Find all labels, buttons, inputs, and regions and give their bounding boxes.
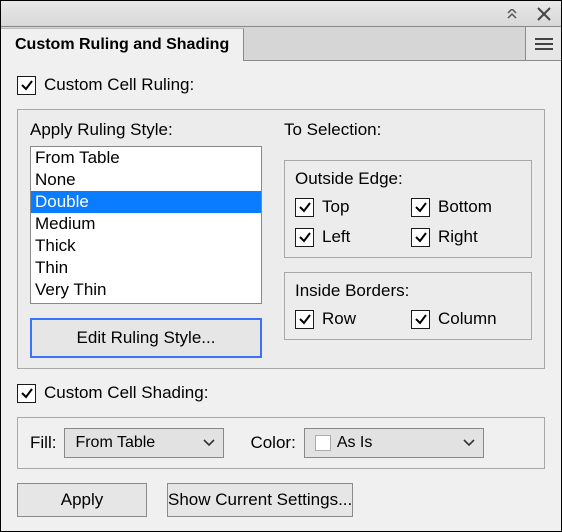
list-item[interactable]: Medium	[31, 213, 261, 235]
list-item[interactable]: From Table	[31, 147, 261, 169]
color-label: Color:	[250, 433, 295, 453]
inside-borders-group: Inside Borders: Row Column	[284, 272, 532, 340]
apply-ruling-label: Apply Ruling Style:	[30, 120, 262, 140]
edge-left-label: Left	[322, 227, 350, 247]
check-icon	[298, 230, 312, 244]
edge-top-label: Top	[322, 197, 349, 217]
custom-ruling-checkbox[interactable]	[17, 76, 36, 95]
check-icon	[414, 230, 428, 244]
check-icon	[298, 312, 312, 326]
panel-menu-button[interactable]	[525, 27, 561, 60]
list-item[interactable]: Thick	[31, 235, 261, 257]
tab-spacer	[244, 27, 525, 60]
inside-row-checkbox[interactable]	[295, 310, 314, 329]
edge-left-checkbox[interactable]	[295, 228, 314, 247]
custom-shading-checkbox[interactable]	[17, 384, 36, 403]
edge-right-checkbox[interactable]	[411, 228, 430, 247]
edge-right-row: Right	[411, 227, 521, 247]
tab-label: Custom Ruling and Shading	[15, 36, 229, 54]
menu-icon	[535, 38, 553, 50]
ruling-right-col: To Selection: Outside Edge: Top Bottom	[284, 120, 532, 358]
ruling-box: Apply Ruling Style: From TableNoneDouble…	[17, 109, 545, 369]
fill-value: From Table	[75, 434, 155, 452]
ruling-style-list[interactable]: From TableNoneDoubleMediumThickThinVery …	[30, 146, 262, 304]
color-value: As Is	[337, 434, 373, 452]
edge-bottom-label: Bottom	[438, 197, 492, 217]
inside-column-checkbox[interactable]	[411, 310, 430, 329]
fill-combo[interactable]: From Table	[64, 428, 224, 458]
collapse-icon[interactable]	[507, 9, 523, 19]
list-item[interactable]: Double	[31, 191, 261, 213]
edit-ruling-style-button[interactable]: Edit Ruling Style...	[30, 318, 262, 358]
list-item[interactable]: Thin	[31, 257, 261, 279]
fill-label: Fill:	[30, 433, 56, 453]
apply-label: Apply	[61, 490, 104, 509]
edge-top-row: Top	[295, 197, 405, 217]
check-icon	[414, 312, 428, 326]
ruling-left-col: Apply Ruling Style: From TableNoneDouble…	[30, 120, 262, 358]
chevron-down-icon	[463, 439, 475, 447]
show-current-settings-button[interactable]: Show Current Settings...	[167, 483, 353, 517]
color-combo[interactable]: As Is	[304, 428, 484, 458]
inside-column-row: Column	[411, 309, 521, 329]
custom-shading-checkbox-row: Custom Cell Shading:	[17, 379, 545, 407]
color-swatch	[315, 435, 331, 451]
inside-column-label: Column	[438, 309, 497, 329]
custom-ruling-label: Custom Cell Ruling:	[44, 75, 194, 95]
inside-row-row: Row	[295, 309, 405, 329]
edge-bottom-row: Bottom	[411, 197, 521, 217]
chevron-down-icon	[203, 439, 215, 447]
to-selection-label: To Selection:	[284, 120, 532, 140]
check-icon	[20, 78, 34, 92]
close-icon[interactable]	[537, 7, 551, 21]
apply-button[interactable]: Apply	[17, 483, 147, 517]
show-current-settings-label: Show Current Settings...	[168, 490, 352, 509]
bottom-button-row: Apply Show Current Settings...	[17, 483, 545, 517]
list-item[interactable]: Very Thin	[31, 279, 261, 301]
tab-custom-ruling[interactable]: Custom Ruling and Shading	[1, 28, 244, 61]
edge-left-row: Left	[295, 227, 405, 247]
check-icon	[414, 200, 428, 214]
list-item[interactable]: None	[31, 169, 261, 191]
outside-edge-title: Outside Edge:	[295, 169, 521, 189]
titlebar	[1, 1, 561, 27]
edge-top-checkbox[interactable]	[295, 198, 314, 217]
shading-box: Fill: From Table Color: As Is	[17, 417, 545, 469]
check-icon	[20, 386, 34, 400]
inside-row-label: Row	[322, 309, 356, 329]
content-area: Custom Cell Ruling: Apply Ruling Style: …	[1, 61, 561, 531]
outside-edge-group: Outside Edge: Top Bottom	[284, 160, 532, 258]
custom-shading-label: Custom Cell Shading:	[44, 383, 208, 403]
custom-ruling-checkbox-row: Custom Cell Ruling:	[17, 71, 545, 99]
dialog-window: Custom Ruling and Shading Custom Cell Ru…	[0, 0, 562, 532]
check-icon	[298, 200, 312, 214]
edge-right-label: Right	[438, 227, 478, 247]
edit-ruling-style-label: Edit Ruling Style...	[77, 328, 216, 347]
edge-bottom-checkbox[interactable]	[411, 198, 430, 217]
inside-borders-title: Inside Borders:	[295, 281, 521, 301]
tab-bar: Custom Ruling and Shading	[1, 27, 561, 61]
